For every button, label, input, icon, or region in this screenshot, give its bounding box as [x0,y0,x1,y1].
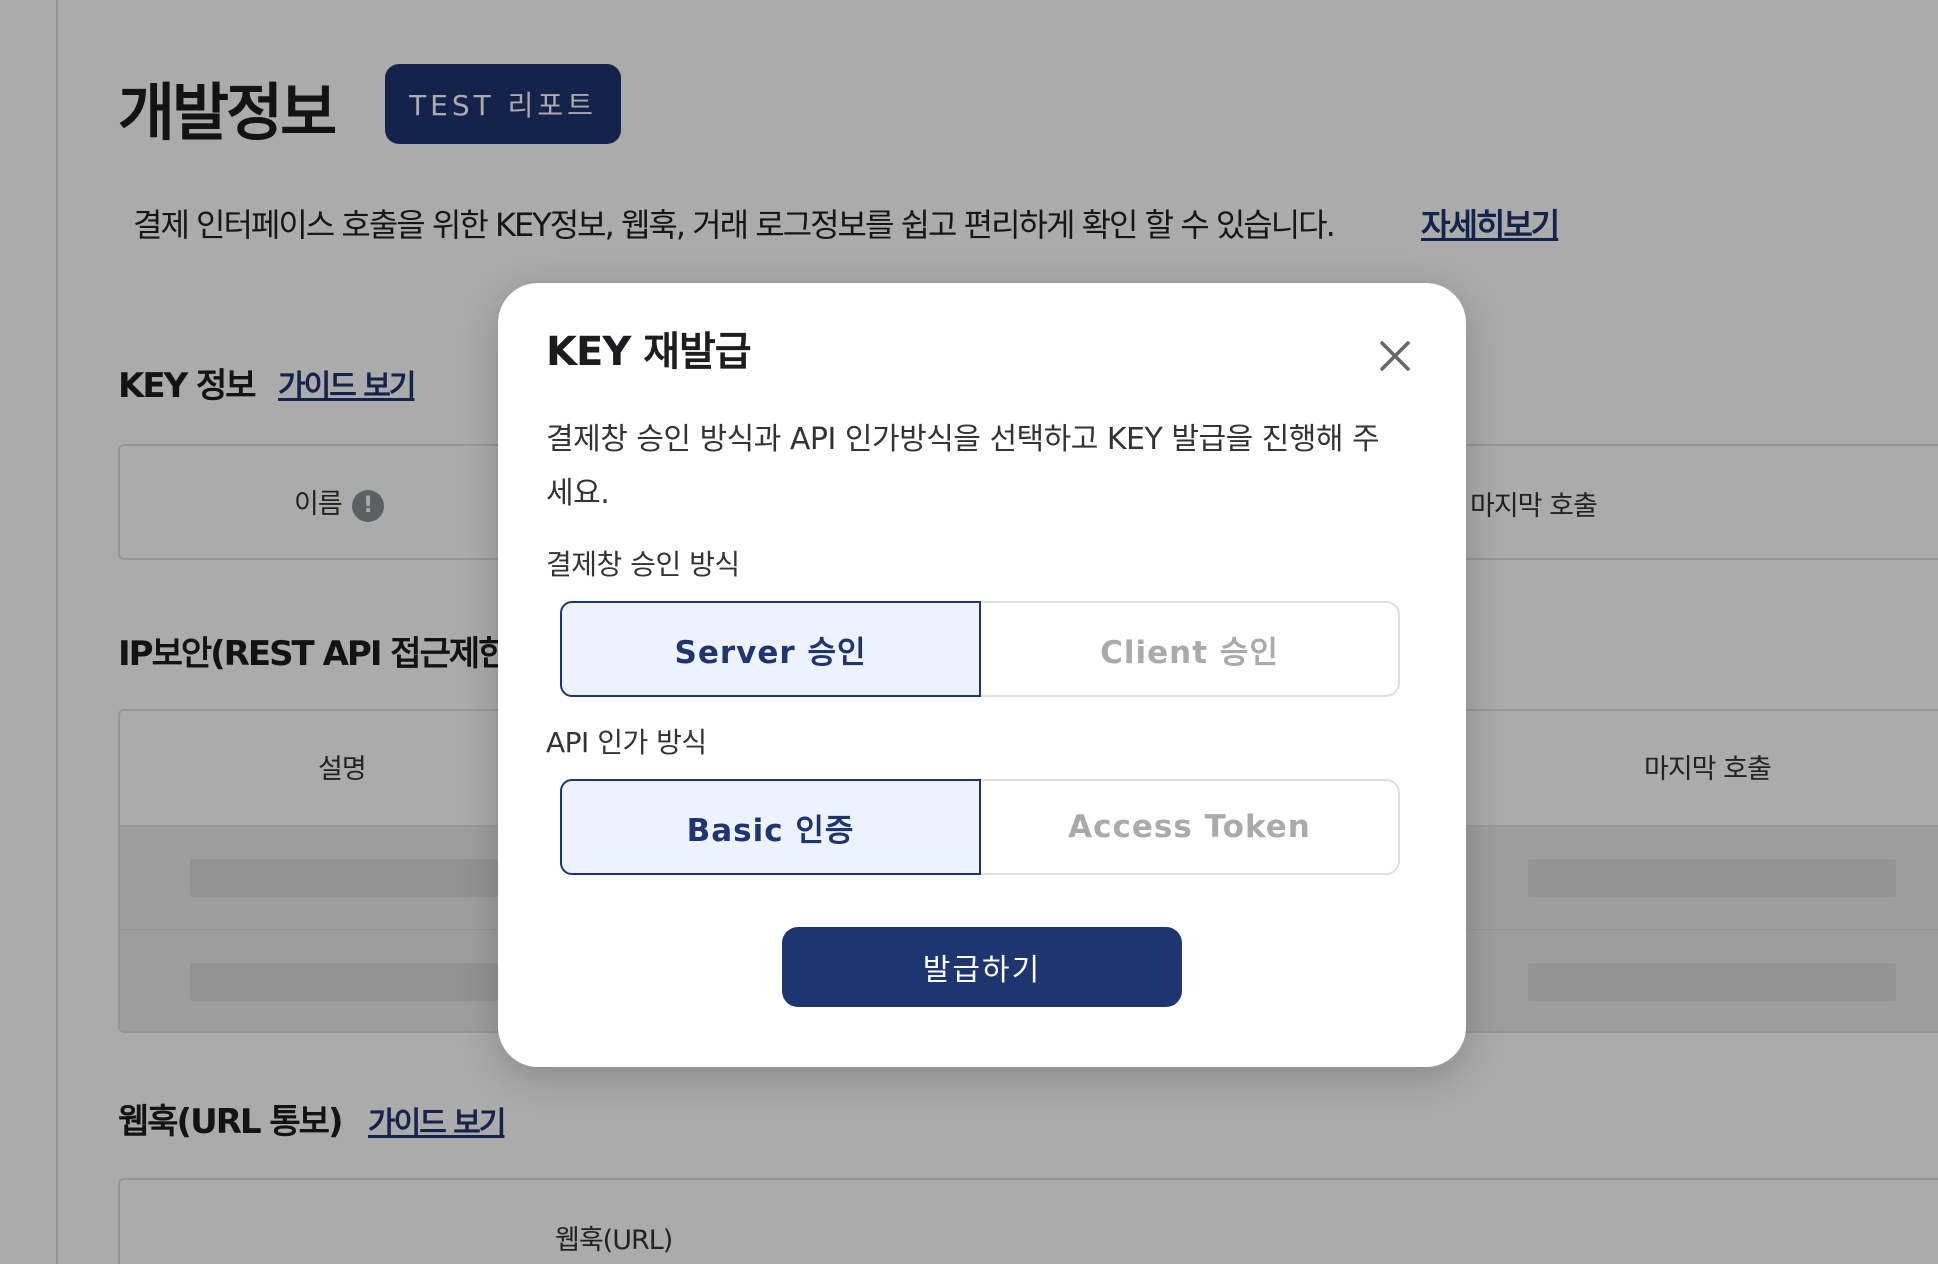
server-approval-option[interactable]: Server 승인 [560,601,981,697]
key-reissue-modal: KEY 재발급 결제창 승인 방식과 API 인가방식을 선택하고 KEY 발급… [498,283,1466,1067]
basic-auth-option[interactable]: Basic 인증 [560,779,981,875]
access-token-option[interactable]: Access Token [981,781,1398,873]
close-icon[interactable] [1370,331,1420,381]
modal-title: KEY 재발급 [546,329,752,375]
modal-description: 결제창 승인 방식과 API 인가방식을 선택하고 KEY 발급을 진행해 주세… [546,422,1380,511]
approval-method-label: 결제창 승인 방식 [546,548,740,581]
approval-method-toggle: Server 승인 Client 승인 [560,601,1400,697]
client-approval-option[interactable]: Client 승인 [981,603,1398,695]
auth-method-toggle: Basic 인증 Access Token [560,779,1400,875]
auth-method-label: API 인가 방식 [546,726,707,759]
issue-key-button[interactable]: 발급하기 [782,927,1182,1007]
